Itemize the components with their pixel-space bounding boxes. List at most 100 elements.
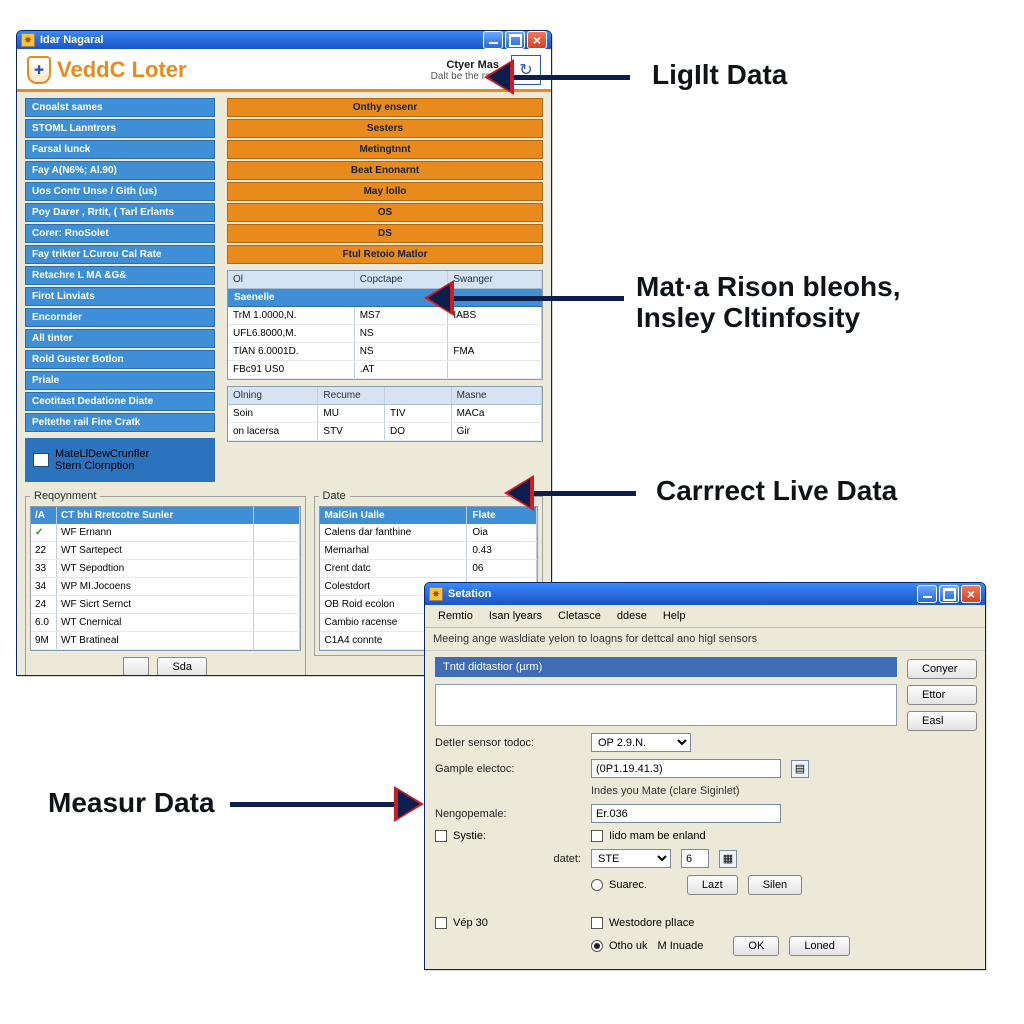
callout-carrect-live: Carrrect Live Data [656, 476, 897, 507]
main-titlebar[interactable]: ✷ Idar Nagaral [17, 31, 551, 49]
mam-checkbox[interactable] [591, 830, 603, 842]
table-row[interactable]: ✓WF Ernann [31, 524, 300, 542]
nav-item[interactable]: Ceotitast Dedatione Diate [25, 392, 215, 411]
nav-item[interactable]: STOML Lanntrors [25, 119, 215, 138]
window-title: Setation [448, 588, 491, 600]
nav-item[interactable]: All tinter [25, 329, 215, 348]
nav-item[interactable]: Uos Contr Unse / Gith (us) [25, 182, 215, 201]
app-title: VeddC Loter [57, 57, 187, 83]
table-row[interactable]: Memarhal0.43 [320, 542, 538, 560]
ste-select[interactable]: STE [591, 849, 671, 868]
systie-checkbox[interactable] [435, 830, 447, 842]
nav-item[interactable]: Fay trikter LCurou Cal Rate [25, 245, 215, 264]
gample-input[interactable] [591, 759, 781, 778]
orange-item[interactable]: May lollo [227, 182, 543, 201]
lazt-button[interactable]: Lazt [687, 875, 738, 895]
col-header[interactable]: Swanger [448, 271, 542, 288]
close-button[interactable] [961, 585, 981, 603]
nav-item[interactable]: Peltethe rail Fine Cratk [25, 413, 215, 432]
minimize-button[interactable] [917, 585, 937, 603]
listbox[interactable] [435, 684, 897, 726]
otho-radio[interactable] [591, 940, 603, 952]
date-legend: Date [319, 490, 350, 502]
vep-checkbox[interactable] [435, 917, 447, 929]
silen-button[interactable]: Silen [748, 875, 802, 895]
table-row[interactable]: 6.0WT Cnernical [31, 614, 300, 632]
nav-item[interactable]: Retachre L MA &G& [25, 266, 215, 285]
table-row[interactable]: 9MWT Bratineal [31, 632, 300, 650]
menu-item[interactable]: Cletasce [551, 608, 608, 624]
detler-label: DetIer sensor todoc: [435, 737, 581, 749]
orange-item[interactable]: OS [227, 203, 543, 222]
nav-item[interactable]: Corer: RnoSolet [25, 224, 215, 243]
reqy-legend: Reqoynment [30, 490, 100, 502]
col-header[interactable]: CT bhi Rretcotre Sunler [57, 507, 254, 524]
table-row[interactable]: Calens dar fanthineOia [320, 524, 538, 542]
table-row[interactable]: TlAN 6.0001D.NSFMA [228, 343, 542, 361]
menu-item[interactable]: Help [656, 608, 693, 624]
menu-item[interactable]: Remtio [431, 608, 480, 624]
col-header[interactable]: /A [31, 507, 57, 524]
conyer-button[interactable]: Conyer [907, 659, 977, 679]
loned-button[interactable]: Loned [789, 936, 850, 956]
menubar: Remtio Isan lyears Cletasce ddese Help [425, 605, 985, 628]
close-button[interactable] [527, 31, 547, 49]
nav-item[interactable]: Fay A(N6%; Al.90) [25, 161, 215, 180]
table-row[interactable]: 22WT Sartepect [31, 542, 300, 560]
num-input[interactable] [681, 849, 709, 868]
minimize-button[interactable] [483, 31, 503, 49]
nav-item[interactable]: Encornder [25, 308, 215, 327]
orange-item[interactable]: Metingtnnt [227, 140, 543, 159]
nempo-input[interactable] [591, 804, 781, 823]
orange-item[interactable]: Sesters [227, 119, 543, 138]
nav-special-line2: Stern Clornption [55, 460, 149, 472]
orange-item[interactable]: Onthy ensenr [227, 98, 543, 117]
menu-item[interactable]: Isan lyears [482, 608, 549, 624]
maximize-button[interactable] [505, 31, 525, 49]
table-row[interactable]: SoinMUTIVMACa [228, 405, 542, 423]
orange-item[interactable]: Ftul Retoio Matlor [227, 245, 543, 264]
refresh-icon[interactable]: ↻ [511, 55, 541, 85]
menu-item[interactable]: ddese [610, 608, 654, 624]
suarec-radio[interactable] [591, 879, 603, 891]
col-header[interactable] [385, 387, 452, 404]
calendar-icon[interactable]: ▦ [719, 850, 737, 868]
easl-button[interactable]: Easl [907, 711, 977, 731]
table-row[interactable]: TrM 1.0000,N.MS7IABS [228, 307, 542, 325]
settings-titlebar[interactable]: ✷ Setation [425, 583, 985, 605]
col-header[interactable]: Recume [318, 387, 385, 404]
table-row[interactable]: 33WT Sepodtion [31, 560, 300, 578]
nav-item[interactable]: Poy Darer , Rrtit, ( Tarl Erlants [25, 203, 215, 222]
summary-grid: Olning Recume Masne SoinMUTIVMACa on lac… [227, 386, 543, 442]
shield-logo-icon [27, 56, 51, 84]
mid-column: Onthy ensenr Sesters Metingtnnt Beat Eno… [227, 98, 543, 482]
sda-button[interactable]: Sda [157, 657, 207, 676]
col-header[interactable] [254, 507, 300, 524]
nav-item[interactable]: Firot Linviats [25, 287, 215, 306]
col-header[interactable]: Masne [452, 387, 542, 404]
maximize-button[interactable] [939, 585, 959, 603]
table-row[interactable]: Crent datc06 [320, 560, 538, 578]
col-header[interactable]: Olning [228, 387, 318, 404]
mam-label: Iido mam be enland [609, 830, 706, 842]
nav-item[interactable]: Rold Guster Botlon [25, 350, 215, 369]
table-row[interactable]: on lacersaSTVDOGir [228, 423, 542, 441]
browse-icon[interactable]: ▤ [791, 760, 809, 778]
col-header[interactable]: MalGin Ualle [320, 507, 468, 524]
nav-item[interactable]: Farsal lunck [25, 140, 215, 159]
table-row[interactable]: 34WP MI.Jocoens [31, 578, 300, 596]
nav-item[interactable]: Cnoalst sames [25, 98, 215, 117]
ettor-button[interactable]: Ettor [907, 685, 977, 705]
nav-special[interactable]: MateLlDewCrunfler Stern Clornption [25, 438, 215, 482]
ok-button[interactable]: OK [733, 936, 779, 956]
nav-item[interactable]: Priale [25, 371, 215, 390]
table-row[interactable]: 24WF Sicrt Sernct [31, 596, 300, 614]
table-row[interactable]: UFL6.8000,M.NS [228, 325, 542, 343]
orange-item[interactable]: DS [227, 224, 543, 243]
table-row[interactable]: FBc91 US0.AT [228, 361, 542, 379]
detler-select[interactable]: OP 2.9.N. [591, 733, 691, 752]
wes-checkbox[interactable] [591, 917, 603, 929]
col-header[interactable]: Ol [228, 271, 355, 288]
orange-item[interactable]: Beat Enonarnt [227, 161, 543, 180]
blank-button[interactable] [123, 657, 149, 676]
